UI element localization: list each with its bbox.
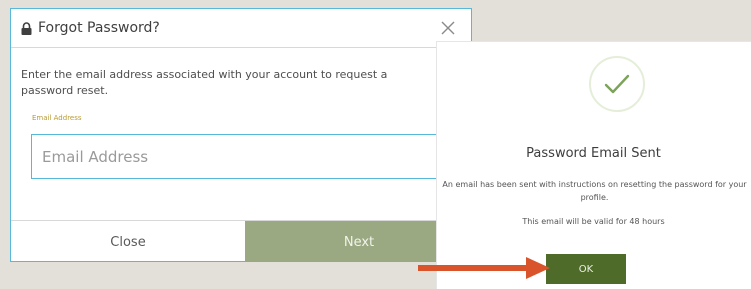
email-input[interactable] <box>31 134 471 179</box>
lock-icon <box>21 22 32 35</box>
validity-note: This email will be valid for 48 hours <box>522 217 665 226</box>
forgot-password-dialog: Forgot Password? Enter the email address… <box>10 8 472 262</box>
checkmark-icon <box>604 74 630 94</box>
dialog-title: Forgot Password? <box>38 20 160 36</box>
dialog-header: Forgot Password? <box>11 9 471 48</box>
close-icon[interactable] <box>440 20 456 36</box>
sent-message: An email has been sent with instructions… <box>442 180 747 202</box>
success-circle <box>589 56 645 112</box>
password-email-sent-dialog: Password Email Sent An email has been se… <box>436 41 751 289</box>
arrow-right-icon <box>418 257 550 279</box>
close-button[interactable]: Close <box>11 221 245 261</box>
sent-title: Password Email Sent <box>526 146 661 161</box>
email-field-label: Email Address <box>32 114 82 122</box>
ok-button[interactable]: OK <box>546 254 626 284</box>
instructions-text: Enter the email address associated with … <box>21 68 388 97</box>
